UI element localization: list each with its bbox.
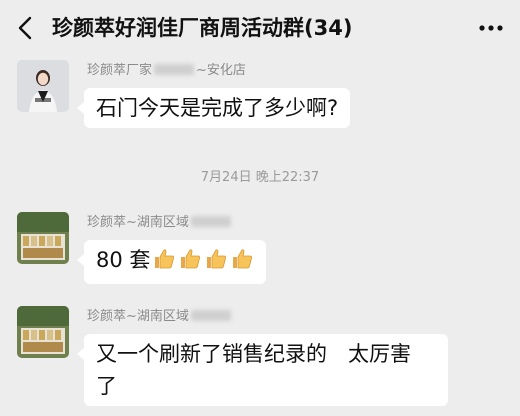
sender-name: 珍颜萃厂家 ~安化店 (87, 63, 246, 78)
redacted-mark (190, 216, 231, 227)
message-bubble[interactable]: 又一个刷新了销售纪录的 太厉害 了 (77, 334, 448, 406)
avatar[interactable] (17, 212, 69, 264)
back-button[interactable] (10, 12, 40, 44)
more-dots-icon (479, 25, 503, 31)
thumbs-up-icon (204, 247, 228, 280)
thumbs-up-icon (230, 247, 254, 280)
sender-name: 珍颜萃~湖南区域 (87, 309, 233, 325)
chat-header: 珍颜萃好润佳厂商周活动群(34) (0, 0, 520, 56)
redacted-mark (190, 310, 231, 321)
avatar[interactable] (17, 60, 69, 112)
message-text: 80 套 (96, 248, 151, 272)
chevron-left-icon (18, 16, 32, 40)
message-text: 了 (96, 374, 117, 398)
message-bubble[interactable]: 80 套 (76, 240, 267, 284)
redacted-mark (154, 64, 195, 75)
sender-name: 珍颜萃~湖南区域 (87, 215, 233, 231)
thumbs-up-icon (152, 247, 176, 280)
timestamp: 7月24日 晚上22:37 (200, 170, 320, 185)
avatar[interactable] (17, 306, 69, 358)
message-bubble[interactable]: 石门今天是完成了多少啊? (76, 88, 351, 128)
chat-title: 珍颜萃好润佳厂商周活动群(34) (52, 16, 353, 40)
message-text: 又一个刷新了销售纪录的 太厉害 (96, 342, 411, 366)
more-button[interactable] (476, 14, 506, 42)
message-text: 石门今天是完成了多少啊? (96, 96, 339, 120)
thumbs-up-icon (178, 247, 202, 280)
